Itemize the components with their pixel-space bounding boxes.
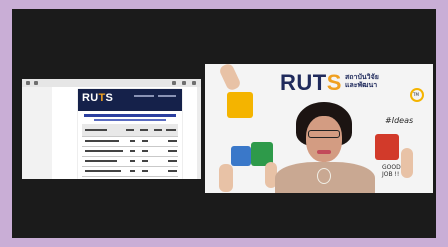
virtual-background-logo: RUTS [280,70,342,95]
good-job-text: GOOD JOB !! [382,164,401,178]
table-row [82,147,178,157]
document-page: RUTS [78,89,182,179]
document-title [84,114,176,117]
header-line [134,95,154,97]
institute-name: สถาบันวิจัย และพัฒนา [345,74,379,89]
necklace [317,168,331,184]
menu-icon[interactable] [26,81,30,85]
ideas-tag: #Ideas [385,116,414,125]
person-mouth [317,150,331,154]
print-icon[interactable] [182,81,186,85]
document-table [82,124,178,179]
table-header-row [82,124,178,137]
document-logo: RUTS [82,92,114,104]
puzzle-piece-red [375,134,399,160]
hand-illustration [219,164,233,192]
glasses [308,130,340,138]
table-row [82,137,178,147]
document-subtitle [94,119,166,121]
puzzle-piece-blue [231,146,251,166]
person-face [306,116,342,162]
page-thumbnails-panel[interactable] [22,87,52,179]
participant-video-tile[interactable]: RUTS สถาบันวิจัย และพัฒนา #Ideas GOOD JOB… [205,64,433,193]
viewer-toolbar [22,79,201,87]
page-icon[interactable] [34,81,38,85]
tm-mark: TM [413,92,419,97]
table-row [82,157,178,167]
more-icon[interactable] [192,81,196,85]
table-row [82,177,178,179]
vertical-scrollbar[interactable] [197,87,201,179]
document-header: RUTS [78,89,182,111]
zoom-icon[interactable] [172,81,176,85]
hand-illustration [218,64,242,92]
puzzle-piece-yellow [227,92,253,118]
shared-screen-tile[interactable]: RUTS [22,79,201,179]
table-row [82,167,178,177]
header-line [158,95,176,97]
